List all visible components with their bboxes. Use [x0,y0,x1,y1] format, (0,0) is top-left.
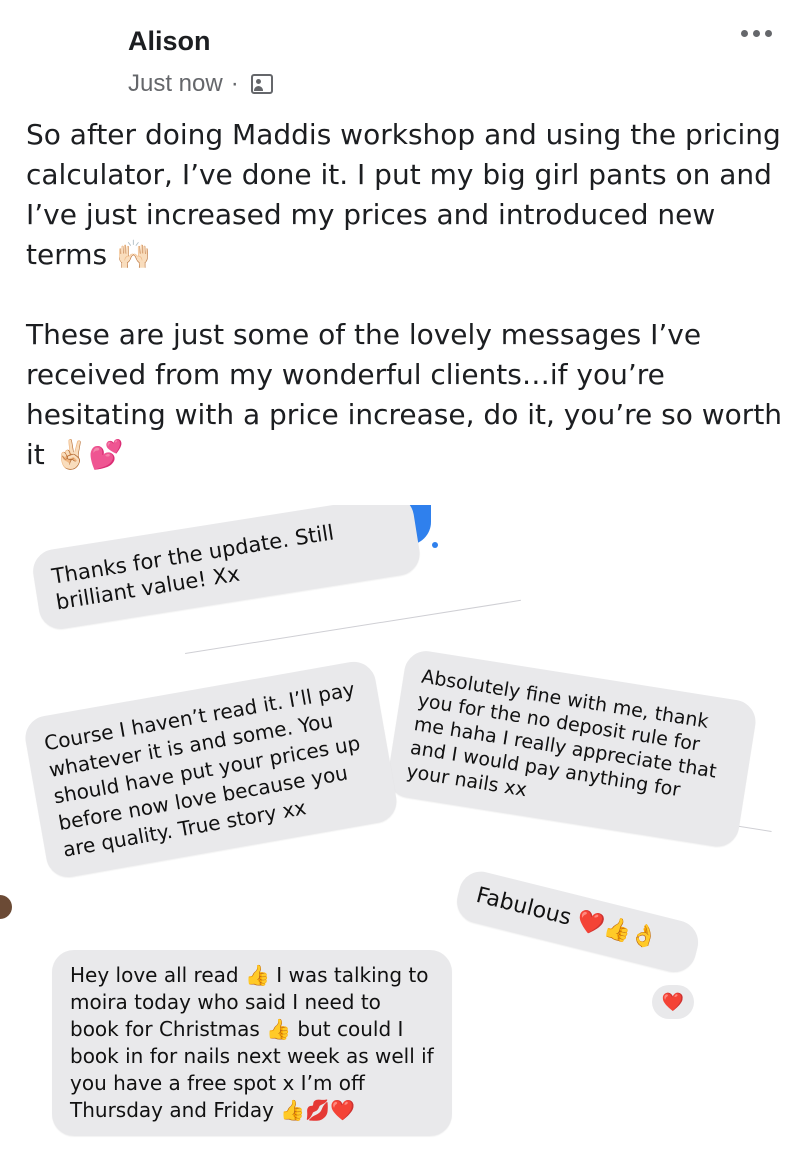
divider [185,599,521,654]
meta-separator: · [230,70,239,97]
reaction-dot [432,542,438,548]
message-bubble: Thanks for the update. Still brilliant v… [30,505,423,633]
heart-reaction-bubble: ❤️ [652,985,694,1019]
post-author-name[interactable]: Alison [128,26,211,57]
friends-icon[interactable] [250,74,273,94]
message-bubble: Absolutely fine with me, thank you for t… [384,648,759,850]
post-header: Alison Just now · [0,0,800,110]
message-bubble: Hey love all read 👍 I was talking to moi… [52,950,452,1136]
post-timestamp[interactable]: Just now [128,70,223,98]
post-paragraph-1: So after doing Maddis workshop and using… [26,118,781,271]
post-meta: Just now · [128,70,273,98]
message-bubble: Course I haven’t read it. I’ll pay whate… [22,658,400,881]
attached-image-messages[interactable]: ♥ Thanks for the update. Still brilliant… [0,505,800,1165]
avatar [0,895,12,919]
post-paragraph-2: These are just some of the lovely messag… [26,318,783,471]
more-options-icon[interactable] [741,30,772,37]
post-body: So after doing Maddis workshop and using… [26,115,786,475]
message-bubble: Fabulous ❤️👍👌 [452,867,703,977]
